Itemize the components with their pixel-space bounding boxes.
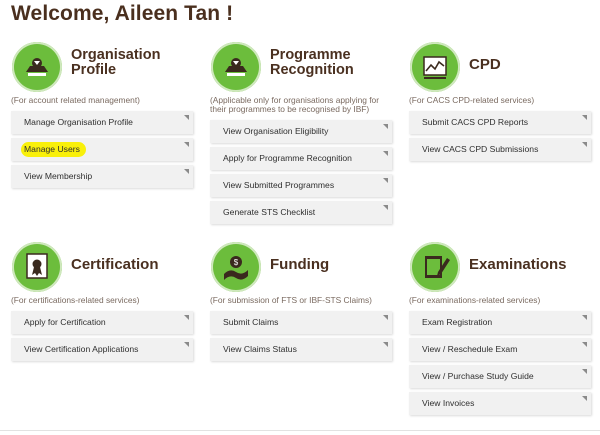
welcome-heading: Welcome, Aileen Tan !: [11, 2, 234, 25]
section-title: Organisation Profile: [71, 47, 161, 78]
corner-arrow-icon: [383, 151, 388, 156]
corner-arrow-icon: [582, 342, 587, 347]
cpd-chart-icon: [410, 42, 460, 92]
menu-item-view-reschedule-exam[interactable]: View / Reschedule Exam: [409, 338, 591, 361]
menu-item-submit-claims[interactable]: Submit Claims: [210, 311, 392, 334]
corner-arrow-icon: [383, 205, 388, 210]
corner-arrow-icon: [184, 115, 189, 120]
section-title: Funding: [270, 256, 330, 273]
corner-arrow-icon: [184, 342, 189, 347]
svg-text:$: $: [234, 258, 239, 267]
menu-item-view-invoices[interactable]: View Invoices: [409, 392, 591, 415]
corner-arrow-icon: [383, 178, 388, 183]
corner-arrow-icon: [582, 115, 587, 120]
menu-item-view-claims-status[interactable]: View Claims Status: [210, 338, 392, 361]
corner-arrow-icon: [582, 142, 587, 147]
menu-item-view-certification-applications[interactable]: View Certification Applications: [11, 338, 193, 361]
menu-item-submit-cacs-cpd-reports[interactable]: Submit CACS CPD Reports: [409, 111, 591, 134]
menu-item-generate-sts-checklist[interactable]: Generate STS Checklist: [210, 201, 392, 224]
section-title: Certification: [71, 256, 159, 273]
section-examinations: Examinations (For examinations-related s…: [409, 242, 591, 419]
corner-arrow-icon: [383, 315, 388, 320]
funding-icon: $: [211, 242, 261, 292]
menu-item-apply-for-certification[interactable]: Apply for Certification: [11, 311, 193, 334]
menu-item-view-submitted-programmes[interactable]: View Submitted Programmes: [210, 174, 392, 197]
menu-item-view-cacs-cpd-submissions[interactable]: View CACS CPD Submissions: [409, 138, 591, 161]
menu-item-view-organisation-eligibility[interactable]: View Organisation Eligibility: [210, 120, 392, 143]
exam-pencil-icon: [410, 242, 460, 292]
section-funding: $ Funding (For submission of FTS or IBF-…: [210, 242, 392, 365]
section-certification: Certification (For certifications-relate…: [11, 242, 193, 365]
menu-item-manage-organisation-profile[interactable]: Manage Organisation Profile: [11, 111, 193, 134]
corner-arrow-icon: [383, 124, 388, 129]
certificate-icon: [12, 242, 62, 292]
programme-recognition-icon: [211, 42, 261, 92]
menu-item-view-membership[interactable]: View Membership: [11, 165, 193, 188]
menu-item-view-purchase-study-guide[interactable]: View / Purchase Study Guide: [409, 365, 591, 388]
section-title: CPD: [469, 56, 501, 73]
section-title: Examinations: [469, 256, 567, 273]
menu-item-exam-registration[interactable]: Exam Registration: [409, 311, 591, 334]
corner-arrow-icon: [184, 315, 189, 320]
section-subtitle: (For account related management): [11, 95, 140, 105]
section-organisation-profile: Organisation Profile (For account relate…: [11, 42, 193, 192]
section-title: Programme Recognition: [270, 47, 354, 78]
bottom-divider: [0, 430, 600, 431]
corner-arrow-icon: [383, 342, 388, 347]
org-profile-icon: [12, 42, 62, 92]
menu-item-manage-users[interactable]: Manage Users: [11, 138, 193, 161]
menu-item-apply-programme-recognition[interactable]: Apply for Programme Recognition: [210, 147, 392, 170]
corner-arrow-icon: [582, 315, 587, 320]
section-cpd: CPD (For CACS CPD-related services) Subm…: [409, 42, 591, 165]
section-subtitle: (For CACS CPD-related services): [409, 95, 535, 105]
section-subtitle: (For submission of FTS or IBF-STS Claims…: [210, 295, 372, 305]
section-programme-recognition: Programme Recognition (Applicable only f…: [210, 42, 392, 228]
corner-arrow-icon: [184, 169, 189, 174]
corner-arrow-icon: [582, 396, 587, 401]
section-subtitle: (Applicable only for organisations apply…: [210, 95, 379, 114]
section-subtitle: (For examinations-related services): [409, 295, 541, 305]
corner-arrow-icon: [184, 142, 189, 147]
section-subtitle: (For certifications-related services): [11, 295, 140, 305]
corner-arrow-icon: [582, 369, 587, 374]
